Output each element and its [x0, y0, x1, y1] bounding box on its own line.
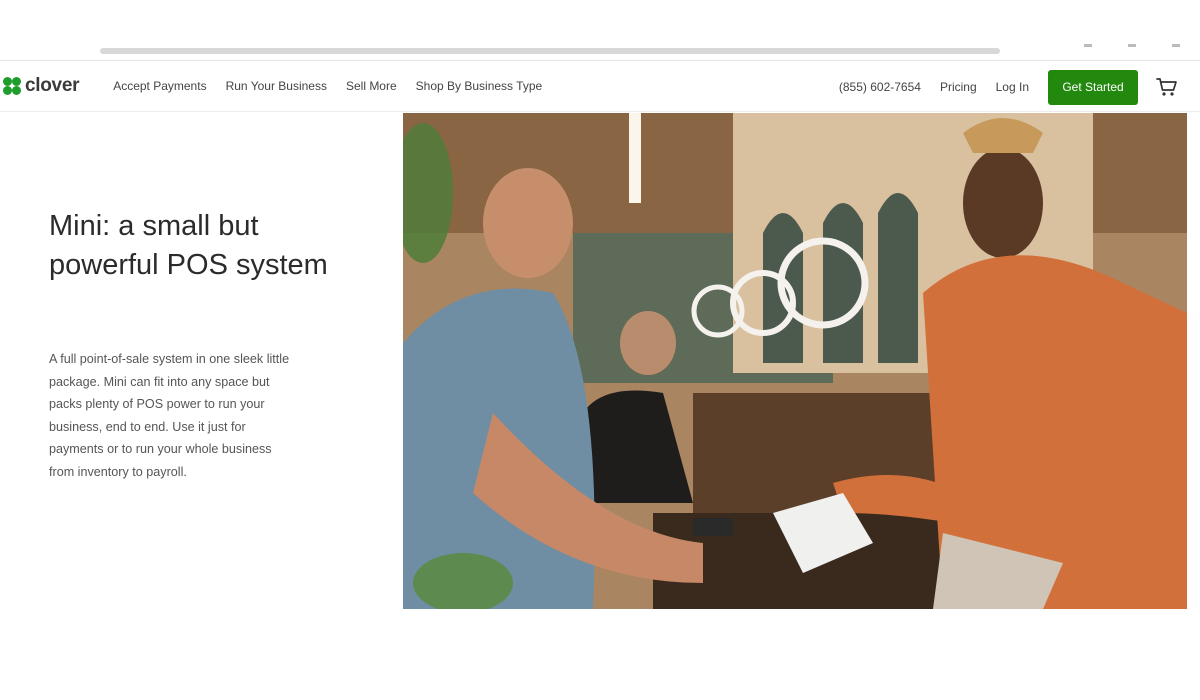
phone-number-link[interactable]: (855) 602-7654	[839, 80, 921, 94]
hero-title: Mini: a small but powerful POS system	[49, 210, 328, 281]
browser-chrome	[0, 0, 1200, 60]
nav-sell-more[interactable]: Sell More	[346, 79, 397, 93]
logo-text: clover	[25, 75, 80, 96]
clover-leaf-icon	[3, 76, 23, 96]
site-header: clover Accept Payments Run Your Business…	[0, 60, 1200, 112]
login-link[interactable]: Log In	[996, 80, 1029, 94]
main-nav: Accept Payments Run Your Business Sell M…	[113, 79, 542, 93]
cart-icon[interactable]	[1156, 77, 1178, 97]
page: clover Accept Payments Run Your Business…	[0, 0, 1200, 700]
nav-shop-by-business-type[interactable]: Shop By Business Type	[416, 79, 543, 93]
pricing-link[interactable]: Pricing	[940, 80, 977, 94]
header-actions: (855) 602-7654 Pricing Log In Get Starte…	[839, 61, 1200, 113]
nav-accept-payments[interactable]: Accept Payments	[113, 79, 206, 93]
browser-scrollbar[interactable]	[100, 48, 1000, 54]
get-started-button[interactable]: Get Started	[1048, 69, 1138, 105]
nav-run-your-business[interactable]: Run Your Business	[226, 79, 327, 93]
hero-description: A full point-of-sale system in one sleek…	[49, 352, 290, 479]
clover-logo[interactable]: clover	[3, 75, 79, 97]
hero-photo-barbershop	[403, 113, 1187, 609]
browser-toolbar-icons	[1084, 44, 1180, 47]
